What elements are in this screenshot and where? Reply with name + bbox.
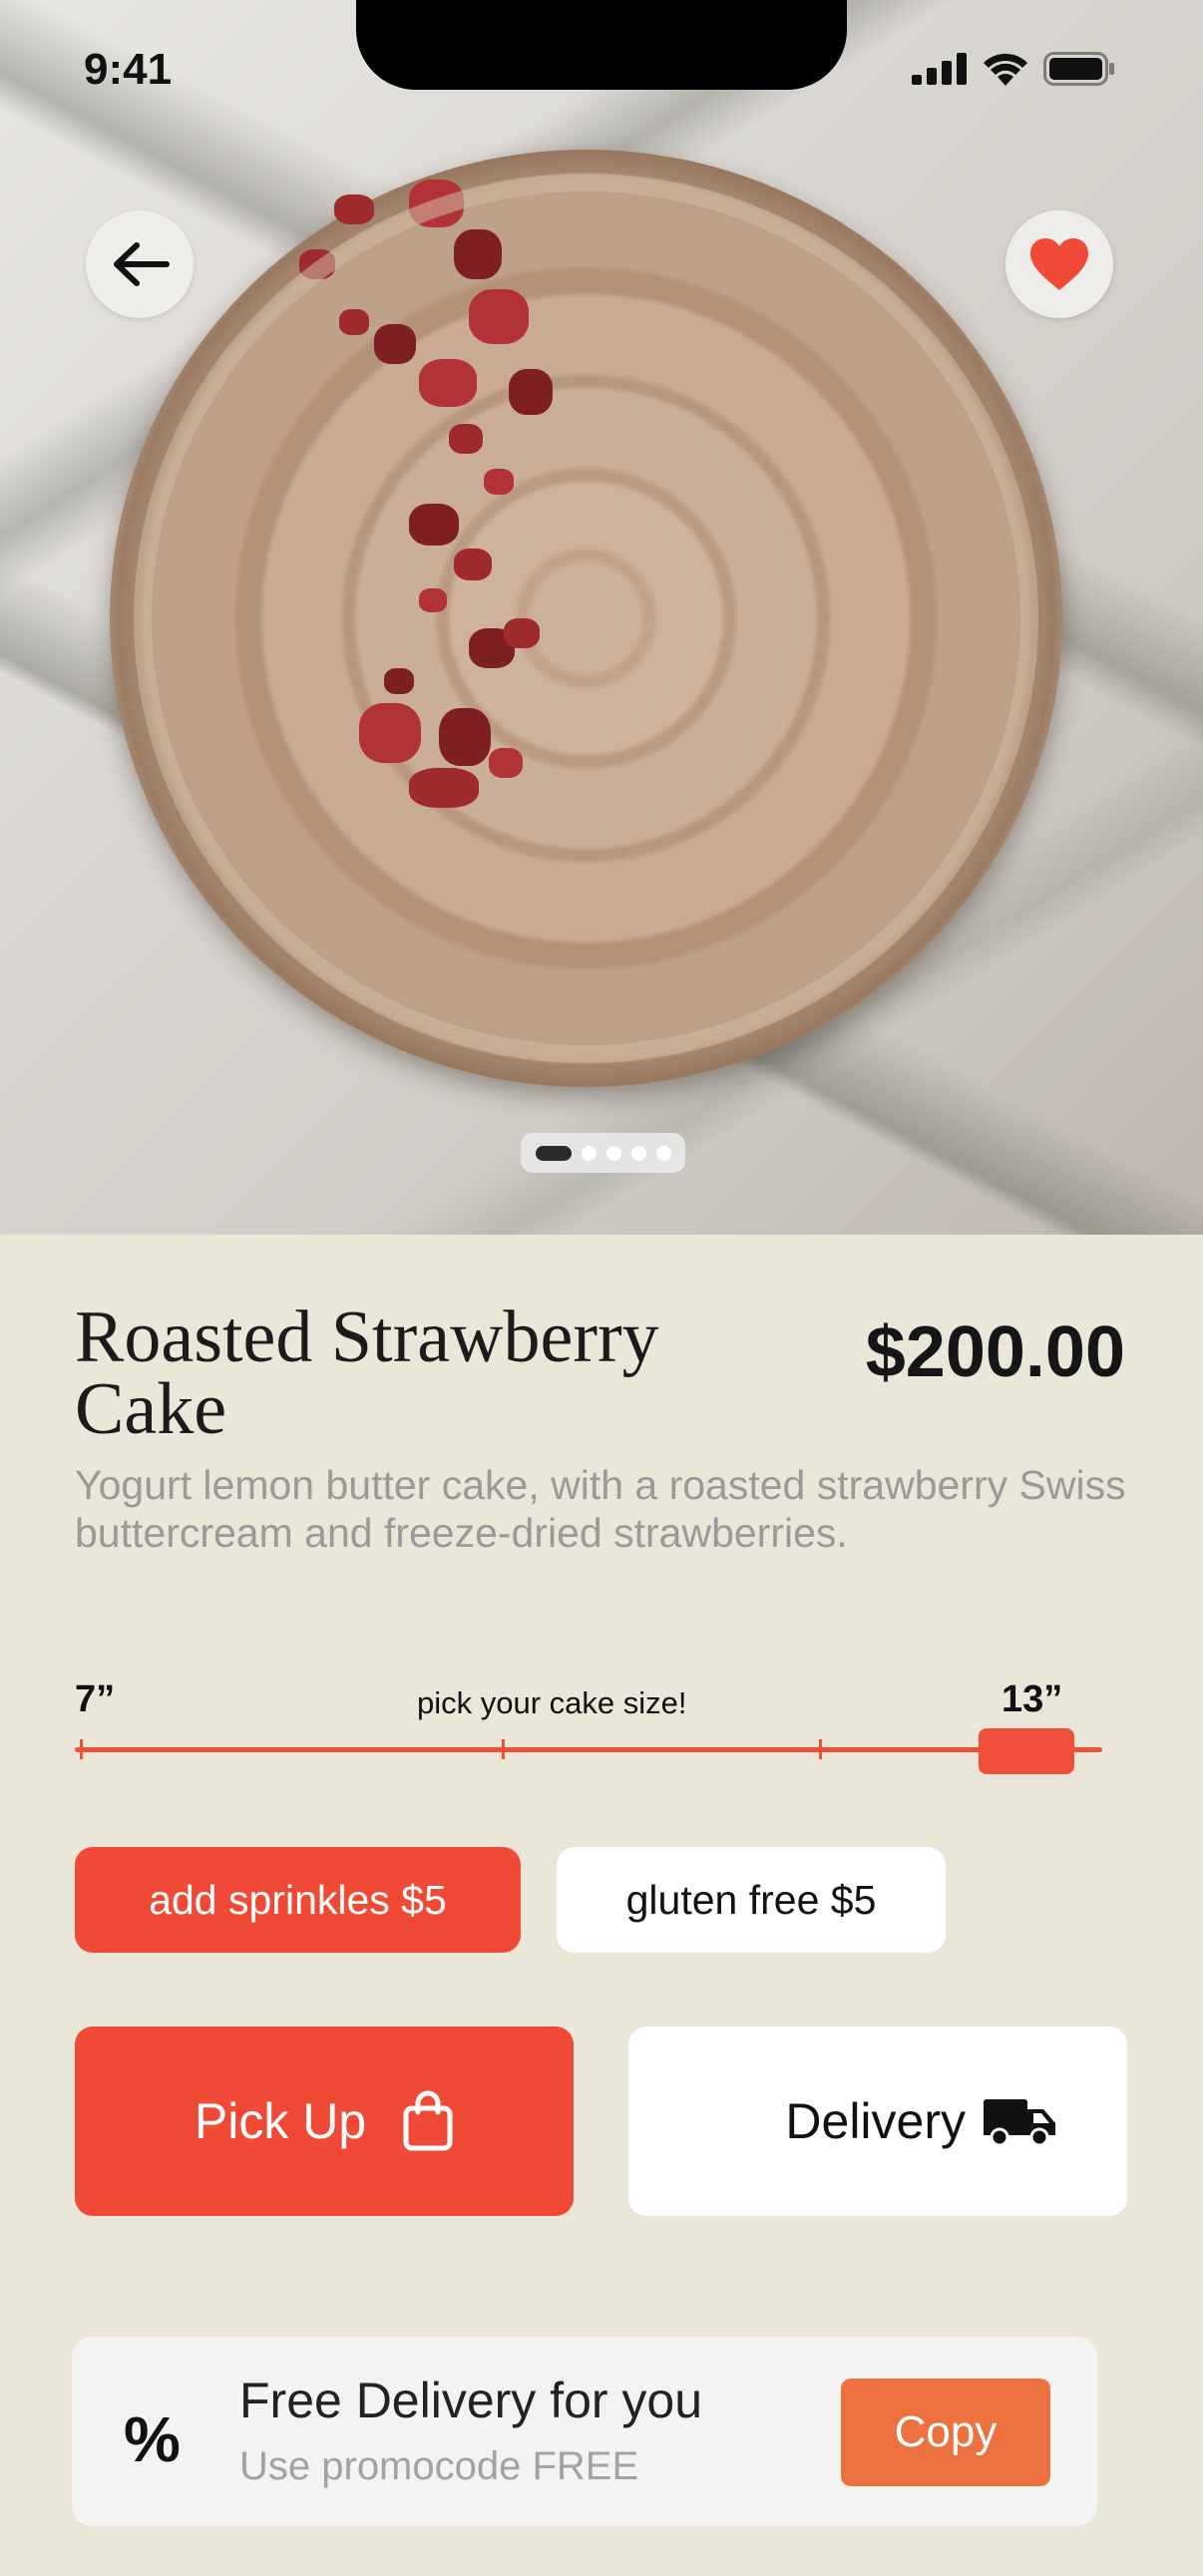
copy-promo-button[interactable]: Copy — [841, 2379, 1050, 2486]
status-icons — [912, 52, 1115, 86]
size-max-label: 13” — [1002, 1678, 1063, 1720]
pager-dot[interactable] — [655, 1145, 671, 1161]
truck-icon — [984, 2099, 1055, 2147]
gluten-free-toggle[interactable]: gluten free $5 — [557, 1847, 946, 1953]
percent-icon: % — [124, 2403, 181, 2475]
wifi-icon — [984, 53, 1027, 86]
size-hint: pick your cake size! — [417, 1685, 687, 1720]
pickup-button[interactable]: Pick Up — [75, 2026, 574, 2216]
pager-dot[interactable] — [581, 1145, 597, 1161]
favorite-button[interactable] — [1005, 210, 1113, 318]
delivery-button[interactable]: Delivery — [628, 2026, 1127, 2216]
gluten-free-label: gluten free $5 — [625, 1876, 877, 1923]
shopping-bag-icon — [403, 2090, 453, 2151]
battery-icon — [1043, 52, 1114, 86]
cake-photo — [110, 150, 1062, 1087]
add-sprinkles-label: add sprinkles $5 — [149, 1876, 447, 1923]
signal-icon — [912, 53, 967, 85]
add-sprinkles-toggle[interactable]: add sprinkles $5 — [75, 1847, 521, 1953]
slider-tick — [80, 1739, 83, 1759]
size-slider-thumb[interactable] — [979, 1728, 1074, 1774]
copy-button-label: Copy — [894, 2407, 998, 2456]
slider-tick — [502, 1739, 505, 1759]
promo-subtitle: Use promocode FREE — [239, 2444, 639, 2488]
pager-dot[interactable] — [630, 1145, 646, 1161]
carousel-pager[interactable] — [521, 1133, 685, 1173]
size-min-label: 7” — [75, 1678, 116, 1720]
status-time: 9:41 — [84, 45, 173, 94]
product-price: $200.00 — [865, 1312, 1125, 1392]
pickup-label: Pick Up — [194, 2093, 367, 2149]
device-notch — [356, 0, 847, 90]
product-image-carousel[interactable]: 9:41 — [0, 0, 1203, 1235]
promo-title: Free Delivery for you — [239, 2373, 703, 2428]
back-button[interactable] — [86, 210, 194, 318]
slider-tick — [819, 1739, 822, 1759]
pager-dot[interactable] — [605, 1145, 621, 1161]
arrow-left-icon — [114, 242, 170, 286]
pager-dot-active[interactable] — [535, 1145, 572, 1161]
size-slider-track[interactable] — [75, 1747, 1102, 1752]
product-description: Yogurt lemon butter cake, with a roasted… — [75, 1462, 1126, 1556]
product-title: Roasted Strawberry Cake — [75, 1296, 659, 1450]
heart-icon — [1030, 238, 1088, 290]
promo-card: % Free Delivery for you Use promocode FR… — [72, 2337, 1097, 2526]
delivery-label: Delivery — [785, 2093, 966, 2149]
